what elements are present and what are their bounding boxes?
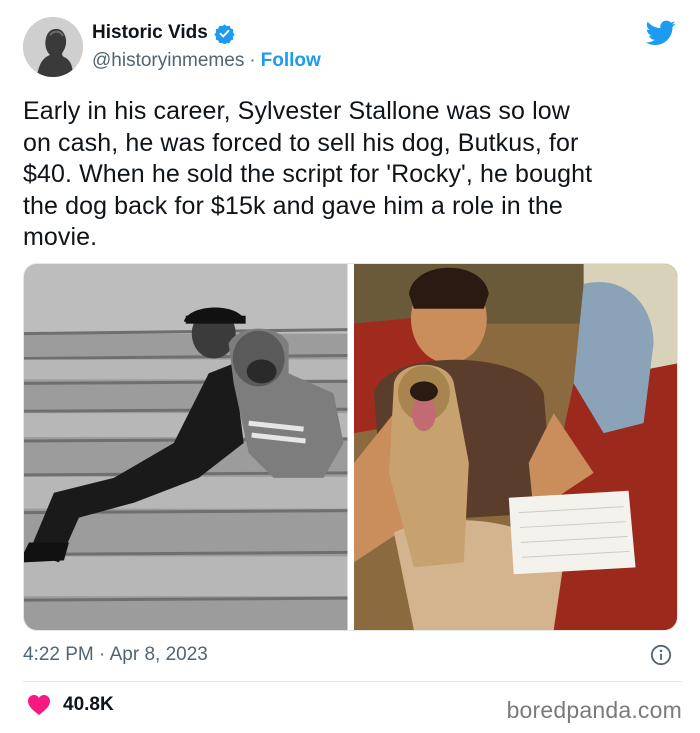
photo-stallone-steps[interactable] xyxy=(24,264,348,630)
bust-avatar-icon xyxy=(23,17,83,77)
tweet-timestamp[interactable]: 4:22 PM · Apr 8, 2023 xyxy=(23,644,208,666)
author-name[interactable]: Historic Vids xyxy=(92,22,208,44)
like-count: 40.8K xyxy=(63,694,114,715)
heart-icon[interactable] xyxy=(27,694,51,716)
tweet-media[interactable] xyxy=(23,263,678,631)
photo-bw-steps-image xyxy=(24,264,348,630)
author-handle[interactable]: @historyinmemes xyxy=(92,50,244,72)
like-section[interactable]: 40.8K xyxy=(27,694,114,716)
photo-color-dog-image xyxy=(353,264,677,630)
handle-separator: · xyxy=(249,50,256,71)
divider xyxy=(23,681,682,682)
twitter-bird-icon[interactable] xyxy=(646,20,676,46)
tweet-text: Early in his career, Sylvester Stallone … xyxy=(23,97,593,251)
verified-badge-icon xyxy=(214,23,235,44)
watermark: boredpanda.com xyxy=(506,697,682,723)
avatar[interactable] xyxy=(23,17,83,77)
follow-button[interactable]: Follow xyxy=(261,50,321,72)
photo-stallone-dog[interactable] xyxy=(353,264,677,630)
info-icon[interactable] xyxy=(650,644,672,666)
author-handle-row: @historyinmemes · Follow xyxy=(92,50,321,72)
author-name-row: Historic Vids xyxy=(92,22,235,44)
